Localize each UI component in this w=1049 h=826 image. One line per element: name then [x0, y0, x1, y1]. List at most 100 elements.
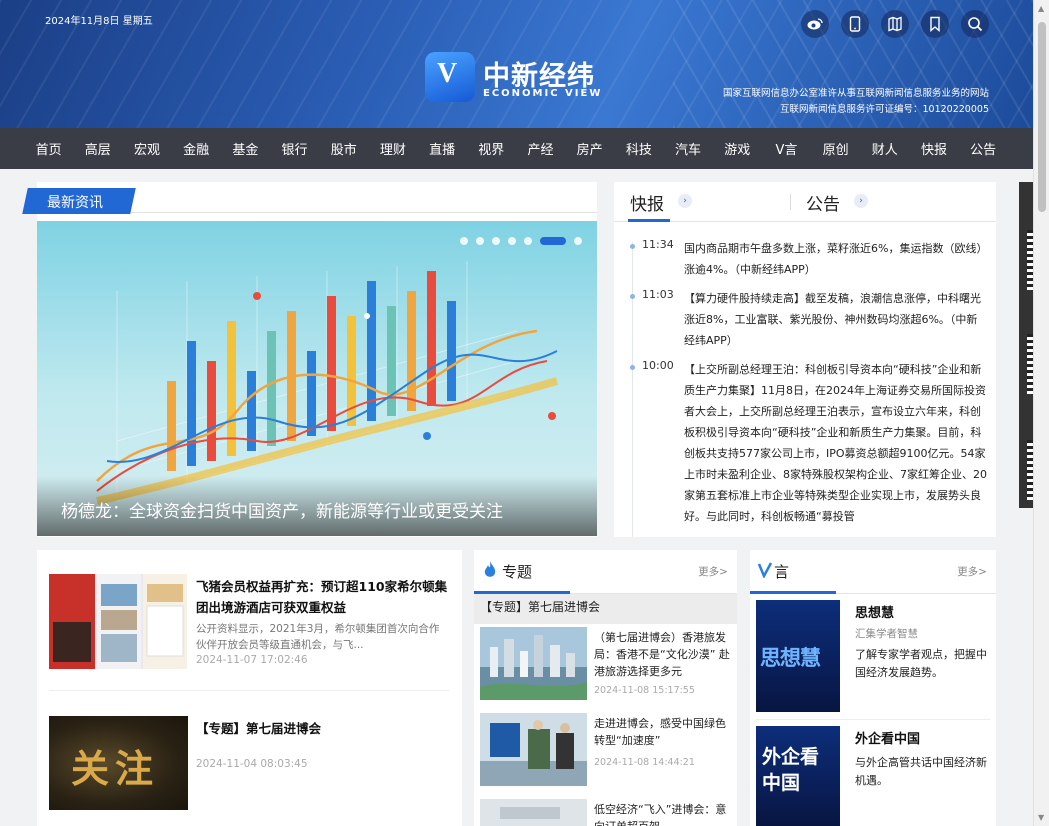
topic-date: 2024-11-08 15:17:55: [594, 685, 695, 696]
timeline-dot: [630, 294, 635, 299]
flame-icon: [484, 561, 496, 577]
mobile-icon[interactable]: [841, 10, 869, 38]
nav-item-original[interactable]: 原创: [811, 139, 860, 158]
nav-item-live[interactable]: 直播: [418, 139, 467, 158]
flash-item[interactable]: 11:34 国内商品期市午盘多数上涨，菜籽涨近6%，集运指数（欧线）涨逾4%。（…: [628, 238, 988, 280]
nav-item-people[interactable]: 财人: [860, 139, 909, 158]
hongkong-skyline-image: [480, 627, 587, 700]
column-description: 与外企高管共话中国经济新机遇。: [855, 756, 987, 787]
hero-caption[interactable]: 杨德龙：全球资金扫货中国资产，新能源等行业或更受关注: [61, 497, 503, 522]
map-icon[interactable]: [881, 10, 909, 38]
main-navigation: 首页 高层 宏观 金融 基金 银行 股市 理财 直播 视界 产经 房产 科技 汽…: [0, 128, 1033, 169]
news-date: 2024-11-07 17:02:46: [196, 654, 308, 666]
topic-thumbnail[interactable]: [480, 799, 587, 826]
topic-thumbnail[interactable]: [480, 627, 587, 700]
nav-item-stocks[interactable]: 股市: [319, 139, 368, 158]
vyan-header: 言 更多>: [750, 550, 996, 594]
news-thumbnail[interactable]: [49, 574, 187, 669]
special-topic-title: 专题: [502, 563, 533, 581]
section-underline: [750, 591, 836, 594]
flash-time: 11:03: [642, 288, 674, 301]
license-line-1: 国家互联网信息办公室准许从事互联网新闻信息服务业务的网站: [722, 88, 989, 99]
flash-text[interactable]: 【上交所副总经理王泊：科创板引导资本向“硬科技”企业和新质生产力集聚】11月8日…: [684, 359, 988, 527]
carousel-dot[interactable]: [508, 237, 516, 245]
nav-item-vyan[interactable]: V言: [762, 139, 811, 158]
site-logo[interactable]: V 中新经纬 ECONOMIC VIEW: [425, 52, 625, 106]
scrollbar-thumb[interactable]: [1038, 22, 1046, 212]
license-line-2: 互联网新闻信息服务许可证编号：10120220005: [780, 104, 989, 115]
nav-item-notice[interactable]: 公告: [959, 139, 1008, 158]
special-topic-panel: 专题 更多> 【专题】第七届进博会 （第七届进博会）香港旅发局：香港不是“文化沙…: [474, 550, 737, 826]
more-link[interactable]: 更多>: [698, 564, 728, 579]
timeline-dot: [630, 365, 635, 370]
flash-list: 11:34 国内商品期市午盘多数上涨，菜籽涨近6%，集运指数（欧线）涨逾4%。（…: [628, 238, 988, 535]
scroll-down-arrow-icon[interactable]: ▼: [1038, 813, 1044, 822]
nav-item-games[interactable]: 游戏: [713, 139, 762, 158]
news-thumbnail[interactable]: 关注: [49, 716, 188, 810]
nav-item-tech[interactable]: 科技: [614, 139, 663, 158]
nav-item-leadership[interactable]: 高层: [73, 139, 122, 158]
search-icon[interactable]: [961, 10, 989, 38]
topic-title[interactable]: 走进进博会，感受中国绿色转型“加速度”: [594, 715, 732, 749]
carousel-dot[interactable]: [460, 237, 468, 245]
topic-thumbnail[interactable]: [480, 713, 587, 786]
flash-text[interactable]: 【算力硬件股持续走高】截至发稿，浪潮信息涨停，中科曙光涨近8%，工业富联、紫光股…: [684, 288, 988, 351]
scroll-up-arrow-icon[interactable]: ▲: [1038, 4, 1044, 13]
flash-text[interactable]: 国内商品期市午盘多数上涨，菜籽涨近6%，集运指数（欧线）涨逾4%。（中新经纬AP…: [684, 238, 988, 280]
column-name[interactable]: 思想慧: [855, 602, 894, 621]
nav-item-home[interactable]: 首页: [24, 139, 73, 158]
tab-flash[interactable]: 快报: [630, 190, 664, 215]
column-name[interactable]: 外企看中国: [855, 728, 920, 747]
floating-sidebar: [1019, 182, 1033, 508]
topic-title[interactable]: （第七届进博会）香港旅发局：香港不是“文化沙漠” 赴港旅游选择更多元: [594, 629, 732, 680]
chevron-right-icon[interactable]: ›: [854, 194, 868, 208]
thumbnail-text: 外企看中国: [762, 746, 820, 794]
vyan-panel: 言 更多> 思想慧 思想慧 汇集学者智慧 了解专家学者观点，把握中国经济发展趋势…: [750, 550, 996, 826]
topic-title[interactable]: 低空经济“飞入”进博会：意向订单超百架: [594, 801, 732, 826]
news-date: 2024-11-04 08:03:45: [196, 758, 308, 770]
carousel-dot[interactable]: [492, 237, 500, 245]
expo-booth-image: [480, 713, 587, 786]
logo-english-text: ECONOMIC VIEW: [483, 88, 603, 99]
news-title[interactable]: 飞猪会员权益再扩充：预订超110家希尔顿集团出境游酒店可获双重权益: [196, 576, 451, 618]
flash-item[interactable]: 10:00 【上交所副总经理王泊：科创板引导资本向“硬科技”企业和新质生产力集聚…: [628, 359, 988, 527]
column-divider: [756, 719, 990, 720]
active-tab-indicator: [628, 219, 670, 222]
thumbnail-text: 思想慧: [760, 646, 821, 670]
vyan-title: 言: [774, 563, 790, 581]
nav-item-auto[interactable]: 汽车: [663, 139, 712, 158]
nav-item-flash[interactable]: 快报: [909, 139, 958, 158]
hero-caption-overlay: 杨德龙：全球资金扫货中国资产，新能源等行业或更受关注: [37, 476, 597, 536]
drone-image: [480, 799, 587, 826]
hero-carousel-image[interactable]: 杨德龙：全球资金扫货中国资产，新能源等行业或更受关注: [37, 221, 597, 536]
carousel-dot[interactable]: [476, 237, 484, 245]
column-thumbnail[interactable]: 思想慧: [756, 600, 840, 712]
chevron-right-icon[interactable]: ›: [678, 194, 692, 208]
more-link[interactable]: 更多>: [957, 564, 987, 579]
carousel-dot-active[interactable]: [540, 237, 566, 245]
nav-item-banks[interactable]: 银行: [270, 139, 319, 158]
tab-notice[interactable]: 公告: [806, 190, 840, 215]
nav-item-realestate[interactable]: 房产: [565, 139, 614, 158]
carousel-dot[interactable]: [524, 237, 532, 245]
carousel-dot[interactable]: [574, 237, 582, 245]
license-info: 国家互联网信息办公室准许从事互联网新闻信息服务业务的网站 互联网新闻信息服务许可…: [723, 86, 989, 118]
flash-item[interactable]: 11:03 【算力硬件股持续走高】截至发稿，浪潮信息涨停，中科曙光涨近8%，工业…: [628, 288, 988, 351]
column-thumbnail[interactable]: 外企看中国: [756, 726, 840, 826]
news-divider: [49, 690, 449, 691]
latest-news-label: 最新资讯: [47, 195, 103, 211]
nav-item-funds[interactable]: 基金: [221, 139, 270, 158]
weibo-icon[interactable]: [801, 10, 829, 38]
special-topic-subtitle[interactable]: 【专题】第七届进博会: [474, 594, 737, 624]
flash-time: 11:34: [642, 238, 674, 251]
special-topic-header: 专题 更多>: [474, 550, 737, 594]
news-title[interactable]: 【专题】第七届进博会: [196, 718, 451, 739]
nav-item-industry[interactable]: 产经: [516, 139, 565, 158]
nav-item-wealth[interactable]: 理财: [368, 139, 417, 158]
nav-item-finance[interactable]: 金融: [172, 139, 221, 158]
nav-item-vision[interactable]: 视界: [467, 139, 516, 158]
tab-separator: [790, 194, 791, 210]
vertical-scrollbar[interactable]: ▲ ▼: [1033, 0, 1049, 826]
bookmark-icon[interactable]: [921, 10, 949, 38]
nav-item-macro[interactable]: 宏观: [122, 139, 171, 158]
